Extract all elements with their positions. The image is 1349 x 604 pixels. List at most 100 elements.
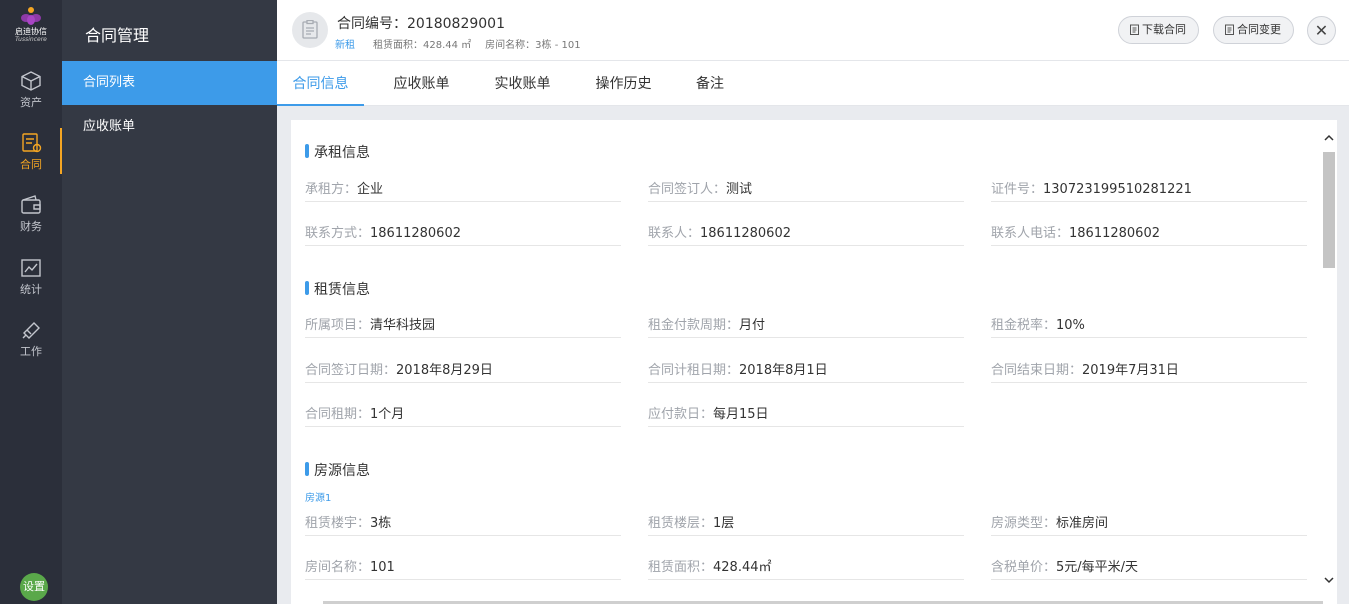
field-label: 证件号： <box>991 182 1044 197</box>
field-value: 101 <box>370 560 395 575</box>
field-label: 联系方式： <box>305 226 371 241</box>
field-value: 测试 <box>726 182 753 197</box>
area-label: 租赁面积： <box>373 40 423 51</box>
field-label: 合同签订人： <box>648 182 727 197</box>
field-value: 3栋 <box>370 516 392 531</box>
field-property-type: 房源类型：标准房间 <box>991 512 1307 536</box>
tools-icon <box>22 322 40 339</box>
field-label: 应付款日： <box>648 407 714 422</box>
contract-icon <box>22 133 42 153</box>
field-label: 房间名称： <box>305 560 371 575</box>
field-building: 租赁楼宇：3栋 <box>305 512 621 536</box>
field-label: 合同结束日期： <box>991 363 1083 378</box>
field-label: 承租方： <box>305 182 358 197</box>
field-label: 租赁楼层： <box>648 516 714 531</box>
field-due-day: 应付款日：每月15日 <box>648 403 964 427</box>
field-contact-person: 联系人：18611280602 <box>648 222 964 246</box>
field-room-name: 房间名称：101 <box>305 556 621 580</box>
scrollbar-thumb[interactable] <box>1323 152 1335 268</box>
rail-item-contract[interactable]: 合同 <box>0 126 62 184</box>
field-label: 联系人： <box>648 226 701 241</box>
edit-doc-icon <box>1225 24 1234 35</box>
wallet-icon <box>21 195 41 214</box>
settings-button[interactable]: 设置 <box>20 573 48 601</box>
field-id-number: 证件号：130723199510281221 <box>991 178 1307 202</box>
tab-receivables[interactable]: 应收账单 <box>378 61 465 106</box>
rail-label: 工作 <box>20 345 42 358</box>
field-tenant: 承租方：企业 <box>305 178 621 202</box>
subnav-title: 合同管理 <box>85 26 150 45</box>
rail-label: 合同 <box>20 158 42 171</box>
field-label: 租金付款周期： <box>648 318 740 333</box>
field-sign-date: 合同签订日期：2018年8月29日 <box>305 359 621 383</box>
field-value: 5元/每平米/天 <box>1056 560 1139 575</box>
icon-rail: 启迪协信 Tussincere 资产 合同 财务 统计 工作 设置 <box>0 0 62 604</box>
download-label: 下载合同 <box>1142 23 1186 36</box>
chevron-up-icon[interactable] <box>1323 132 1335 144</box>
field-label: 租金税率： <box>991 318 1057 333</box>
contract-title: 合同编号：20180829001 <box>337 13 505 33</box>
cube-icon <box>21 71 41 91</box>
brand-sub: Tussincere <box>15 36 47 43</box>
tab-received[interactable]: 实收账单 <box>479 61 566 106</box>
chevron-down-icon[interactable] <box>1323 574 1335 586</box>
field-lease-term: 合同租期：1个月 <box>305 403 621 427</box>
rail-item-assets[interactable]: 资产 <box>0 64 62 122</box>
field-lease-area: 租赁面积：428.44㎡ <box>648 556 964 580</box>
field-label: 含税单价： <box>991 560 1057 575</box>
brand-name: 启迪协信 <box>15 27 47 36</box>
room-label: 房间名称： <box>485 40 536 51</box>
close-button[interactable]: ✕ <box>1307 16 1336 45</box>
tab-history[interactable]: 操作历史 <box>580 61 667 106</box>
room-value: 3栋 - 101 <box>535 40 581 51</box>
field-label: 所属项目： <box>305 318 371 333</box>
field-value: 每月15日 <box>713 407 769 422</box>
field-contact-method: 联系方式：18611280602 <box>305 222 621 246</box>
field-value: 1层 <box>713 516 735 531</box>
section-title-tenant: 承租信息 <box>305 142 370 162</box>
brand-logo: 启迪协信 Tussincere <box>0 4 62 54</box>
field-value: 标准房间 <box>1056 516 1109 531</box>
rail-item-finance[interactable]: 财务 <box>0 188 62 246</box>
tab-bar: 合同信息 应收账单 实收账单 操作历史 备注 <box>277 61 1349 106</box>
contract-change-button[interactable]: 合同变更 <box>1213 16 1294 44</box>
area-value: 428.44 ㎡ <box>423 40 472 51</box>
tab-contract-info[interactable]: 合同信息 <box>277 61 364 106</box>
field-value: 18611280602 <box>700 226 791 241</box>
contract-meta: 新租 租赁面积：428.44 ㎡ 房间名称：3栋 - 101 <box>335 36 581 51</box>
document-icon <box>302 20 318 39</box>
vertical-scrollbar[interactable] <box>1321 120 1337 604</box>
field-value: 企业 <box>357 182 384 197</box>
field-label: 合同签订日期： <box>305 363 397 378</box>
field-label: 租赁面积： <box>648 560 714 575</box>
rail-item-work[interactable]: 工作 <box>0 313 62 371</box>
contract-detail-panel: 承租信息 承租方：企业 合同签订人：测试 证件号：130723199510281… <box>291 120 1321 604</box>
rail-label: 资产 <box>20 96 42 109</box>
property-source-tag: 房源1 <box>305 493 332 504</box>
rail-label: 财务 <box>20 220 42 233</box>
close-icon: ✕ <box>1314 21 1329 40</box>
field-value: 月付 <box>739 318 766 333</box>
field-value: 2018年8月1日 <box>739 363 828 378</box>
field-unit-price: 含税单价：5元/每平米/天 <box>991 556 1307 580</box>
tab-notes[interactable]: 备注 <box>681 61 739 106</box>
field-value: 1个月 <box>370 407 405 422</box>
contract-no: 20180829001 <box>407 16 505 32</box>
field-label: 联系人电话： <box>991 226 1070 241</box>
field-payment-cycle: 租金付款周期：月付 <box>648 314 964 338</box>
download-contract-button[interactable]: 下载合同 <box>1118 16 1199 44</box>
field-tax-rate: 租金税率：10% <box>991 314 1307 338</box>
subnav-item-contract-list[interactable]: 合同列表 <box>62 61 277 105</box>
field-value: 2019年7月31日 <box>1082 363 1179 378</box>
change-label: 合同变更 <box>1237 23 1281 36</box>
section-title-lease: 租赁信息 <box>305 279 370 299</box>
field-label: 合同计租日期： <box>648 363 740 378</box>
subnav-item-receivables[interactable]: 应收账单 <box>62 105 277 149</box>
field-project: 所属项目：清华科技园 <box>305 314 621 338</box>
rail-item-stats[interactable]: 统计 <box>0 251 62 309</box>
field-contact-phone: 联系人电话：18611280602 <box>991 222 1307 246</box>
field-end-date: 合同结束日期：2019年7月31日 <box>991 359 1307 383</box>
field-value: 18611280602 <box>370 226 461 241</box>
field-value: 18611280602 <box>1069 226 1160 241</box>
contract-avatar <box>292 12 328 48</box>
